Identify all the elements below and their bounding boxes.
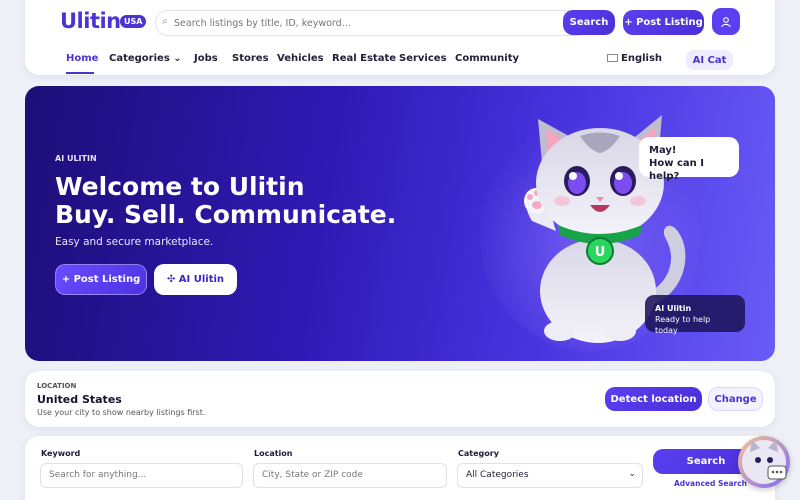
location-hint: Use your city to show nearby listings fi… [37, 408, 206, 417]
location-label: LOCATION [37, 382, 77, 390]
user-account-button[interactable] [712, 8, 740, 35]
hero-title-line1: Welcome to Ulitin [55, 172, 305, 201]
nav-categories[interactable]: Categories ⌄ [109, 53, 182, 64]
user-icon [721, 16, 731, 27]
nav-vehicles[interactable]: Vehicles [277, 53, 324, 64]
category-select[interactable]: All Categories ⌄ [457, 463, 643, 488]
header-search-input[interactable] [174, 14, 554, 32]
search-icon: ⌕ [162, 16, 168, 27]
hero-eyebrow: AI ULITIN [55, 154, 97, 163]
chat-cat-icon [742, 440, 787, 484]
speech-bubble-line2: How can I help? [649, 158, 704, 182]
hero-title-line2: Buy. Sell. Communicate. [55, 200, 397, 229]
nav-jobs[interactable]: Jobs [194, 53, 218, 64]
nav-home[interactable]: Home [66, 53, 98, 64]
chevron-down-icon: ⌄ [628, 469, 636, 479]
change-location-button[interactable]: Change [708, 387, 763, 411]
ai-status-text: Ready to help today [655, 315, 711, 335]
category-selected-value: All Categories [466, 470, 529, 480]
ai-cat-button[interactable]: AI Cat [686, 50, 733, 70]
ai-ulitin-status-card[interactable]: AI Ulitin Ready to help today [645, 295, 745, 335]
logo[interactable]: Ulitin [60, 9, 121, 33]
nav-real-estate[interactable]: Real Estate [332, 53, 396, 64]
header-post-listing-button[interactable]: + Post Listing [623, 10, 704, 35]
country-badge: USA [120, 15, 147, 28]
hero-post-listing-button[interactable]: + Post Listing [55, 264, 147, 295]
hero-ai-ulitin-button[interactable]: ✣ AI Ulitin [154, 264, 237, 295]
location-input[interactable]: City, State or ZIP code [253, 463, 447, 488]
category-label: Category [458, 449, 499, 458]
hero-subtitle: Easy and secure marketplace. [55, 236, 214, 248]
advanced-search-link[interactable]: Advanced Search [674, 479, 747, 488]
language-selector[interactable]: English [607, 53, 662, 64]
header-search-button[interactable]: Search [563, 10, 615, 35]
language-label: English [621, 53, 663, 64]
language-flag-icon [607, 54, 618, 62]
header-search: ⌕ [155, 10, 590, 36]
nav-active-underline [66, 72, 94, 74]
keyword-label: Keyword [41, 449, 81, 458]
nav-stores[interactable]: Stores [232, 53, 269, 64]
listing-search-form: Keyword Search for anything... Location … [25, 436, 775, 500]
location-field-label: Location [254, 449, 293, 458]
ai-status-title: AI Ulitin [655, 304, 692, 313]
nav-services[interactable]: Services [399, 53, 447, 64]
svg-text:U: U [595, 245, 606, 260]
location-value: United States [37, 393, 122, 406]
top-header: Ulitin USA ⌕ Search + Post Listing Home … [25, 0, 775, 75]
nav-community[interactable]: Community [455, 53, 519, 64]
cat-speech-bubble: May! How can I help? [639, 137, 739, 182]
floating-assistant-button[interactable] [738, 436, 790, 488]
keyword-input[interactable]: Search for anything... [40, 463, 243, 488]
location-bar: LOCATION United States Use your city to … [25, 371, 775, 427]
speech-bubble-line1: May! [649, 145, 677, 156]
detect-location-button[interactable]: Detect location [605, 387, 702, 411]
hero-banner: AI ULITIN Welcome to Ulitin Buy. Sell. C… [25, 86, 775, 361]
